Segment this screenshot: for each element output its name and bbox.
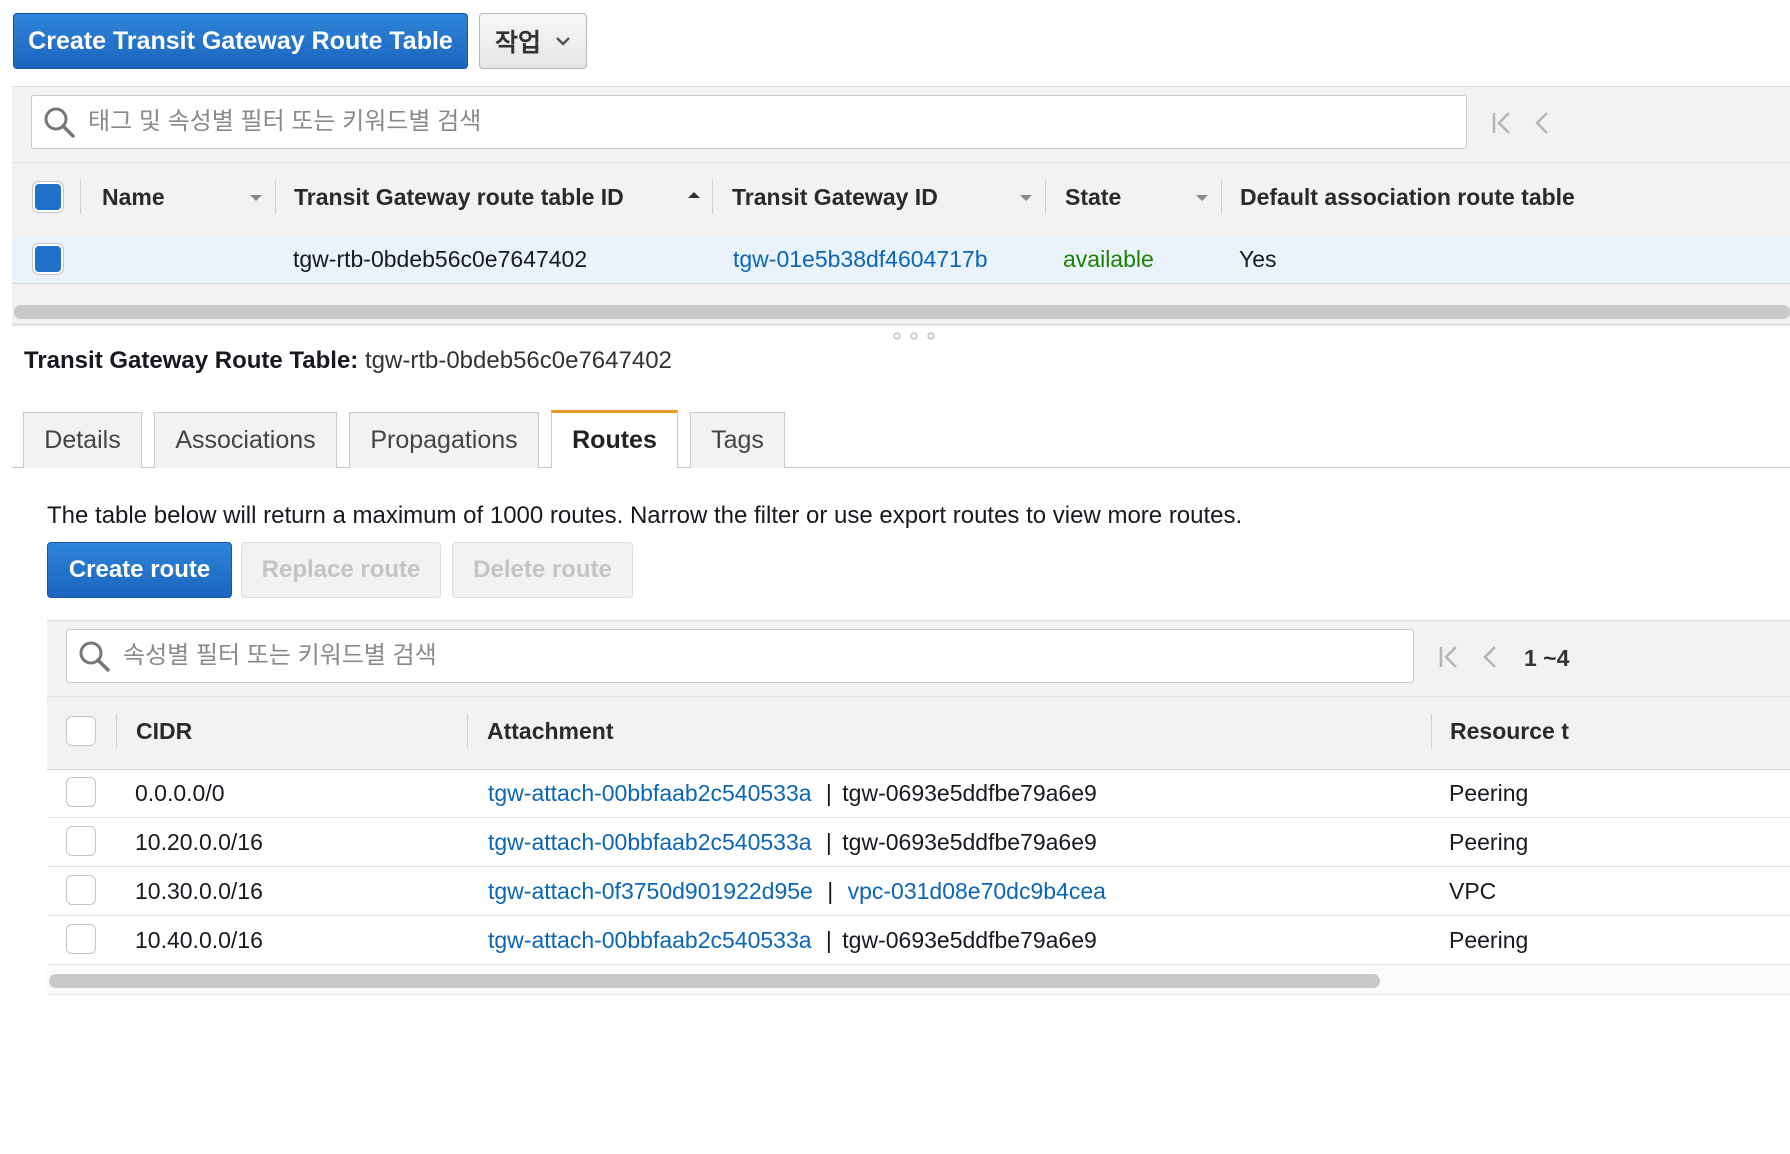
- detail-title: Transit Gateway Route Table: tgw-rtb-0bd…: [24, 347, 672, 375]
- tab-tags[interactable]: Tags: [690, 412, 785, 468]
- replace-route-button[interactable]: Replace route: [241, 542, 441, 598]
- prev-page-icon[interactable]: [1480, 644, 1500, 670]
- tab-propagations-label: Propagations: [370, 426, 518, 454]
- routes-search-input[interactable]: [123, 642, 1413, 670]
- tab-tags-label: Tags: [711, 426, 764, 454]
- panel-divider: [12, 324, 1790, 325]
- tab-details-label: Details: [44, 426, 121, 454]
- tab-routes-label: Routes: [572, 426, 657, 454]
- create-route-table-button[interactable]: Create Transit Gateway Route Table: [13, 13, 468, 69]
- resource-id: tgw-0693e5ddfbe79a6e9: [842, 927, 1097, 953]
- attachment-link[interactable]: tgw-attach-00bbfaab2c540533a: [488, 829, 812, 855]
- prev-page-icon[interactable]: [1532, 110, 1552, 136]
- attachment-link[interactable]: tgw-attach-00bbfaab2c540533a: [488, 927, 812, 953]
- search-icon: [44, 107, 75, 138]
- route-attachment: tgw-attach-00bbfaab2c540533a | tgw-0693e…: [488, 829, 1097, 856]
- first-page-icon[interactable]: [1490, 110, 1514, 136]
- route-resource-type: VPC: [1449, 878, 1497, 904]
- attachment-separator: |: [825, 927, 832, 953]
- tab-associations[interactable]: Associations: [154, 412, 337, 468]
- attachment-link[interactable]: tgw-attach-00bbfaab2c540533a: [488, 780, 812, 806]
- replace-route-label: Replace route: [261, 556, 421, 583]
- route-resource-type: Peering: [1449, 927, 1529, 953]
- actions-dropdown-button[interactable]: 작업: [479, 13, 587, 69]
- attachment-link[interactable]: tgw-attach-0f3750d901922d95e: [488, 878, 813, 904]
- row-default-association: Yes: [1239, 246, 1277, 272]
- attachment-separator: |: [825, 829, 832, 855]
- route-attachment: tgw-attach-0f3750d901922d95e | vpc-031d0…: [488, 878, 1106, 905]
- column-header-cidr[interactable]: CIDR: [136, 718, 192, 745]
- attachment-separator: |: [827, 878, 834, 904]
- route-cidr: 10.20.0.0/16: [135, 829, 263, 855]
- create-route-table-label: Create Transit Gateway Route Table: [28, 26, 453, 55]
- column-header-state[interactable]: State: [1065, 184, 1121, 211]
- create-route-label: Create route: [68, 556, 211, 583]
- search-icon: [79, 641, 110, 672]
- route-cidr: 0.0.0.0/0: [135, 780, 225, 806]
- top-search-input[interactable]: [88, 108, 1466, 136]
- column-header-name[interactable]: Name: [102, 184, 165, 211]
- tab-associations-label: Associations: [175, 426, 316, 454]
- routes-limit-notice: The table below will return a maximum of…: [47, 502, 1243, 529]
- sort-down-icon[interactable]: [1018, 193, 1034, 203]
- row-checkbox[interactable]: [66, 875, 96, 905]
- route-resource-type: Peering: [1449, 829, 1529, 855]
- route-attachment: tgw-attach-00bbfaab2c540533a | tgw-0693e…: [488, 927, 1097, 954]
- sort-down-icon[interactable]: [1194, 193, 1210, 203]
- tab-routes[interactable]: Routes: [551, 410, 678, 468]
- actions-label: 작업: [494, 29, 541, 57]
- select-all-checkbox[interactable]: [66, 716, 96, 746]
- route-cidr: 10.30.0.0/16: [135, 878, 263, 904]
- sort-down-icon[interactable]: [248, 193, 264, 203]
- resize-handle-icon[interactable]: [890, 330, 940, 340]
- column-header-attachment[interactable]: Attachment: [487, 718, 614, 745]
- delete-route-button[interactable]: Delete route: [452, 542, 633, 598]
- resource-id: tgw-0693e5ddfbe79a6e9: [842, 780, 1097, 806]
- column-header-default-association[interactable]: Default association route table: [1240, 184, 1575, 211]
- routes-search-bar[interactable]: [66, 629, 1414, 683]
- route-resource-type: Peering: [1449, 780, 1529, 806]
- detail-title-value: tgw-rtb-0bdeb56c0e7647402: [364, 347, 672, 374]
- delete-route-label: Delete route: [473, 556, 612, 583]
- resource-id: tgw-0693e5ddfbe79a6e9: [842, 829, 1097, 855]
- column-header-resource-type[interactable]: Resource t: [1450, 718, 1569, 745]
- tab-details[interactable]: Details: [23, 412, 142, 468]
- tab-propagations[interactable]: Propagations: [349, 412, 539, 468]
- select-all-checkbox[interactable]: [32, 181, 64, 213]
- attachment-separator: |: [825, 780, 832, 806]
- detail-title-label: Transit Gateway Route Table:: [24, 347, 359, 374]
- row-tgw-id-link[interactable]: tgw-01e5b38df4604717b: [733, 246, 988, 273]
- page-info: 1 ~4: [1524, 645, 1570, 671]
- column-header-tgw-id[interactable]: Transit Gateway ID: [732, 184, 938, 211]
- route-cidr: 10.40.0.0/16: [135, 927, 263, 953]
- row-route-table-id: tgw-rtb-0bdeb56c0e7647402: [293, 246, 588, 272]
- resource-id-link[interactable]: vpc-031d08e70dc9b4cea: [848, 878, 1106, 904]
- row-checkbox[interactable]: [32, 243, 64, 275]
- row-state: available: [1063, 246, 1154, 272]
- route-attachment: tgw-attach-00bbfaab2c540533a | tgw-0693e…: [488, 780, 1097, 807]
- top-horizontal-scrollbar[interactable]: [14, 305, 1790, 319]
- create-route-button[interactable]: Create route: [47, 542, 232, 598]
- top-search-bar[interactable]: [31, 95, 1467, 149]
- sort-up-icon[interactable]: [686, 190, 702, 200]
- first-page-icon[interactable]: [1437, 644, 1461, 670]
- row-checkbox[interactable]: [66, 924, 96, 954]
- column-header-route-table-id[interactable]: Transit Gateway route table ID: [294, 184, 624, 211]
- row-checkbox[interactable]: [66, 777, 96, 807]
- routes-horizontal-scrollbar[interactable]: [49, 974, 1380, 988]
- chevron-down-icon: [556, 37, 570, 46]
- row-checkbox[interactable]: [66, 826, 96, 856]
